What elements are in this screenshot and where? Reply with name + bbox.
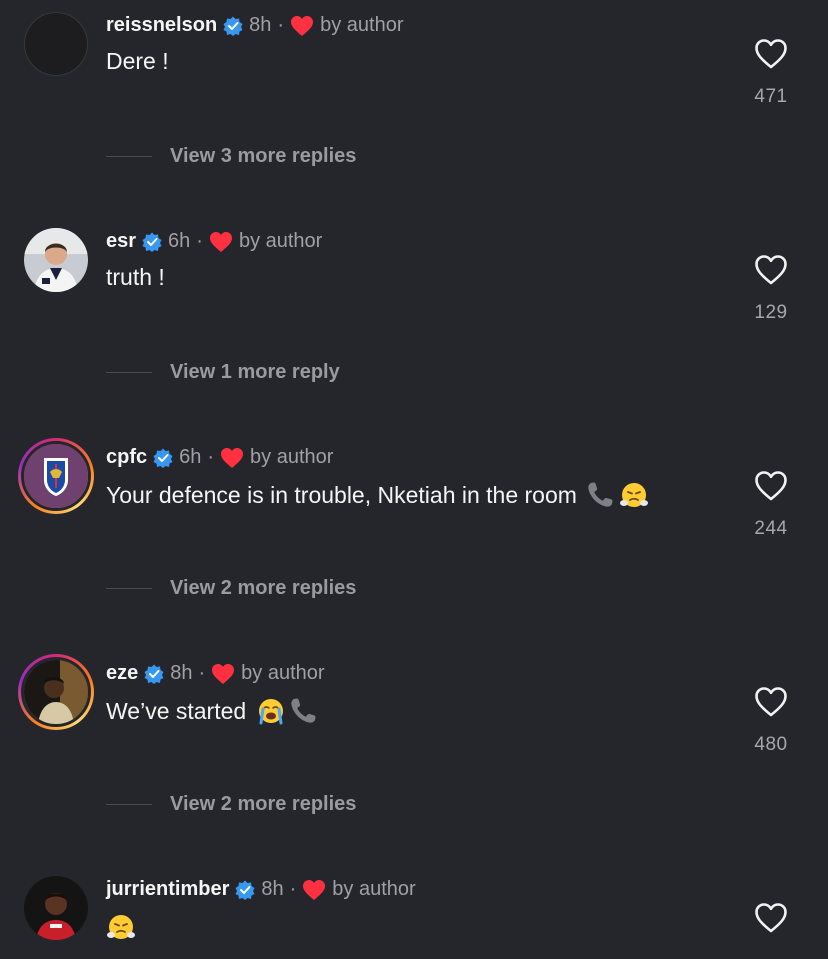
username[interactable]: reissnelson xyxy=(106,14,217,37)
like-heart-icon[interactable] xyxy=(754,38,788,70)
reply-divider-line xyxy=(106,588,152,589)
view-replies-label: View 1 more reply xyxy=(170,361,340,383)
comment-meta: jurrientimber 8h · by author xyxy=(106,878,416,901)
comment-text-content: truth ! xyxy=(106,264,165,290)
comment-meta: reissnelson 8h · by author xyxy=(106,14,403,37)
avatar-photo xyxy=(24,660,88,724)
comment-item: esr 6h · by author truth ! 129 xyxy=(0,216,828,336)
avatar-photo xyxy=(24,876,88,940)
like-count: 244 xyxy=(754,518,788,539)
view-replies-button[interactable]: View 2 more replies xyxy=(0,569,828,609)
reply-divider-line xyxy=(106,372,152,373)
view-replies-label: View 3 more replies xyxy=(170,145,357,167)
like-count: 471 xyxy=(754,86,788,107)
verified-badge-icon xyxy=(142,232,162,252)
face-with-steam-from-nose-icon xyxy=(619,480,649,510)
comment-time: 6h xyxy=(168,230,191,252)
avatar[interactable] xyxy=(24,228,88,292)
avatar-with-story-ring[interactable] xyxy=(18,438,94,514)
comment-time: 8h xyxy=(261,878,284,900)
reply-divider-line xyxy=(106,804,152,805)
liked-by-author-heart-icon xyxy=(302,879,326,901)
avatar[interactable] xyxy=(24,876,88,940)
comment-time: 8h xyxy=(170,662,193,684)
view-replies-label: View 2 more replies xyxy=(170,793,357,815)
comment-meta: cpfc 6h · by author xyxy=(106,446,333,469)
view-replies-label: View 2 more replies xyxy=(170,577,357,599)
crystal-palace-crest-icon xyxy=(24,444,88,508)
like-heart-icon[interactable] xyxy=(754,470,788,502)
like-count: 129 xyxy=(754,302,788,323)
comment-item: jurrientimber 8h · by author xyxy=(0,864,828,959)
comment-meta: eze 8h · by author xyxy=(106,662,325,685)
like-heart-icon[interactable] xyxy=(754,686,788,718)
like-heart-icon[interactable] xyxy=(754,902,788,934)
view-replies-button[interactable]: View 3 more replies xyxy=(0,137,828,177)
avatar xyxy=(21,657,91,727)
comment-text-content: We’ve started xyxy=(106,697,247,724)
comment-text: truth ! xyxy=(106,264,165,291)
verified-badge-icon xyxy=(223,16,243,36)
comment-item: cpfc 6h · by author Your defence is in t… xyxy=(0,432,828,552)
username[interactable]: eze xyxy=(106,662,138,685)
telephone-receiver-icon xyxy=(288,696,318,726)
liked-by-author-label: by author xyxy=(320,14,404,36)
separator-dot: · xyxy=(277,14,285,36)
separator-dot: · xyxy=(207,446,215,468)
comment-meta: esr 6h · by author xyxy=(106,230,322,253)
comment-text: Dere ! xyxy=(106,48,169,75)
face-with-steam-from-nose-icon xyxy=(106,912,136,942)
comment-text: Your defence is in trouble, Nketiah in t… xyxy=(106,480,649,510)
username[interactable]: esr xyxy=(106,230,136,253)
verified-badge-icon xyxy=(153,448,173,468)
comment-time: 8h xyxy=(249,14,272,36)
comment-item: eze 8h · by author We’ve started 480 xyxy=(0,648,828,768)
like-count: 480 xyxy=(754,734,788,755)
loudly-crying-face-icon xyxy=(256,696,286,726)
like-heart-icon[interactable] xyxy=(754,254,788,286)
liked-by-author-heart-icon xyxy=(220,447,244,469)
liked-by-author-heart-icon xyxy=(211,663,235,685)
liked-by-author-label: by author xyxy=(250,446,334,468)
avatar-photo xyxy=(24,228,88,292)
liked-by-author-label: by author xyxy=(238,230,323,252)
liked-by-author-heart-icon xyxy=(209,231,233,253)
separator-dot: · xyxy=(289,878,297,900)
comment-text-content: Your defence is in trouble, Nketiah in t… xyxy=(106,481,577,508)
comment-item: reissnelson 8h · by author Dere ! 471 xyxy=(0,0,828,120)
verified-badge-icon xyxy=(144,664,164,684)
separator-dot: · xyxy=(198,662,206,684)
username[interactable]: jurrientimber xyxy=(106,878,229,901)
comment-text-content: Dere ! xyxy=(106,48,169,74)
liked-by-author-heart-icon xyxy=(290,15,314,37)
liked-by-author-label: by author xyxy=(241,662,325,684)
comment-text xyxy=(106,912,136,942)
comment-time: 6h xyxy=(179,446,202,468)
username[interactable]: cpfc xyxy=(106,446,147,469)
view-replies-button[interactable]: View 2 more replies xyxy=(0,785,828,825)
reply-divider-line xyxy=(106,156,152,157)
separator-dot: · xyxy=(196,230,203,252)
avatar[interactable] xyxy=(24,12,88,76)
comment-text: We’ve started xyxy=(106,696,318,726)
avatar xyxy=(21,441,91,511)
avatar-with-story-ring[interactable] xyxy=(18,654,94,730)
telephone-receiver-icon xyxy=(585,480,615,510)
verified-badge-icon xyxy=(235,880,255,900)
liked-by-author-label: by author xyxy=(332,878,416,900)
view-replies-button[interactable]: View 1 more reply xyxy=(0,353,828,393)
